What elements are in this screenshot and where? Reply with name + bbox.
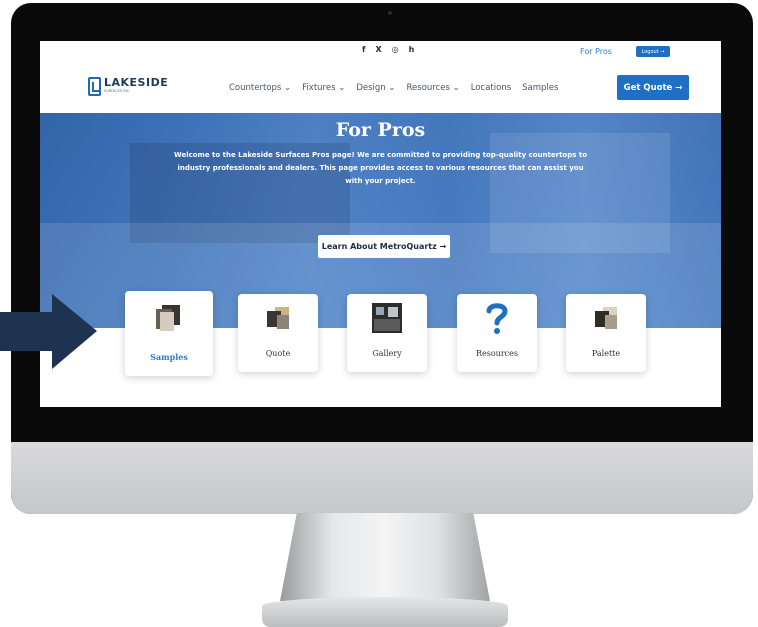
card-label: Samples xyxy=(150,352,188,362)
imac-stand xyxy=(280,513,490,601)
imac-base xyxy=(262,597,508,627)
card-gallery[interactable]: Gallery xyxy=(347,294,427,372)
nav-design[interactable]: Design ⌄ xyxy=(356,83,395,93)
kitchen-photo-icon xyxy=(372,303,402,333)
instagram-icon[interactable]: ◎ xyxy=(392,45,399,54)
card-label: Resources xyxy=(476,349,518,358)
nav-resources[interactable]: Resources ⌄ xyxy=(407,83,460,93)
nav-locations[interactable]: Locations xyxy=(471,83,511,93)
hero-title: For Pros xyxy=(335,119,426,141)
get-quote-button[interactable]: Get Quote → xyxy=(617,75,689,100)
card-label: Palette xyxy=(591,349,621,358)
card-label: Gallery xyxy=(372,349,402,358)
camera-dot xyxy=(388,11,392,15)
logo-mark-icon xyxy=(88,77,101,96)
lakeside-logo[interactable]: LAKESIDE SURFACES INC. xyxy=(88,77,168,96)
stone-palette-icon xyxy=(595,307,617,329)
top-bar: f X ◎ h For Pros Logout → xyxy=(40,41,721,65)
stone-tiles-icon xyxy=(267,307,289,329)
x-icon[interactable]: X xyxy=(375,45,381,54)
social-links: f X ◎ h xyxy=(362,45,414,54)
card-label: Quote xyxy=(265,349,291,358)
card-samples[interactable]: Samples xyxy=(125,291,213,376)
website-screen: f X ◎ h For Pros Logout → LAKESIDE SURFA… xyxy=(40,41,721,407)
pointer-arrow-icon xyxy=(0,294,97,369)
card-quote[interactable]: Quote xyxy=(238,294,318,372)
houzz-icon[interactable]: h xyxy=(409,45,415,54)
main-nav: Countertops ⌄ Fixtures ⌄ Design ⌄ Resour… xyxy=(229,83,558,93)
hero-description: Welcome to the Lakeside Surfaces Pros pa… xyxy=(173,151,588,185)
for-pros-link[interactable]: For Pros xyxy=(580,47,612,56)
logo-name: LAKESIDE xyxy=(104,76,169,89)
card-resources[interactable]: Resources xyxy=(457,294,537,372)
card-palette[interactable]: Palette xyxy=(566,294,646,372)
learn-metroquartz-button[interactable]: Learn About MetroQuartz → xyxy=(318,235,450,258)
facebook-icon[interactable]: f xyxy=(362,45,365,54)
logout-button[interactable]: Logout → xyxy=(636,46,670,57)
nav-samples[interactable]: Samples xyxy=(522,83,558,93)
stone-samples-icon xyxy=(156,305,180,331)
nav-fixtures[interactable]: Fixtures ⌄ xyxy=(302,83,345,93)
question-mark-icon xyxy=(486,303,508,334)
imac-chin xyxy=(11,442,753,514)
logo-subtitle: SURFACES INC. xyxy=(104,89,131,93)
nav-countertops[interactable]: Countertops ⌄ xyxy=(229,83,291,93)
